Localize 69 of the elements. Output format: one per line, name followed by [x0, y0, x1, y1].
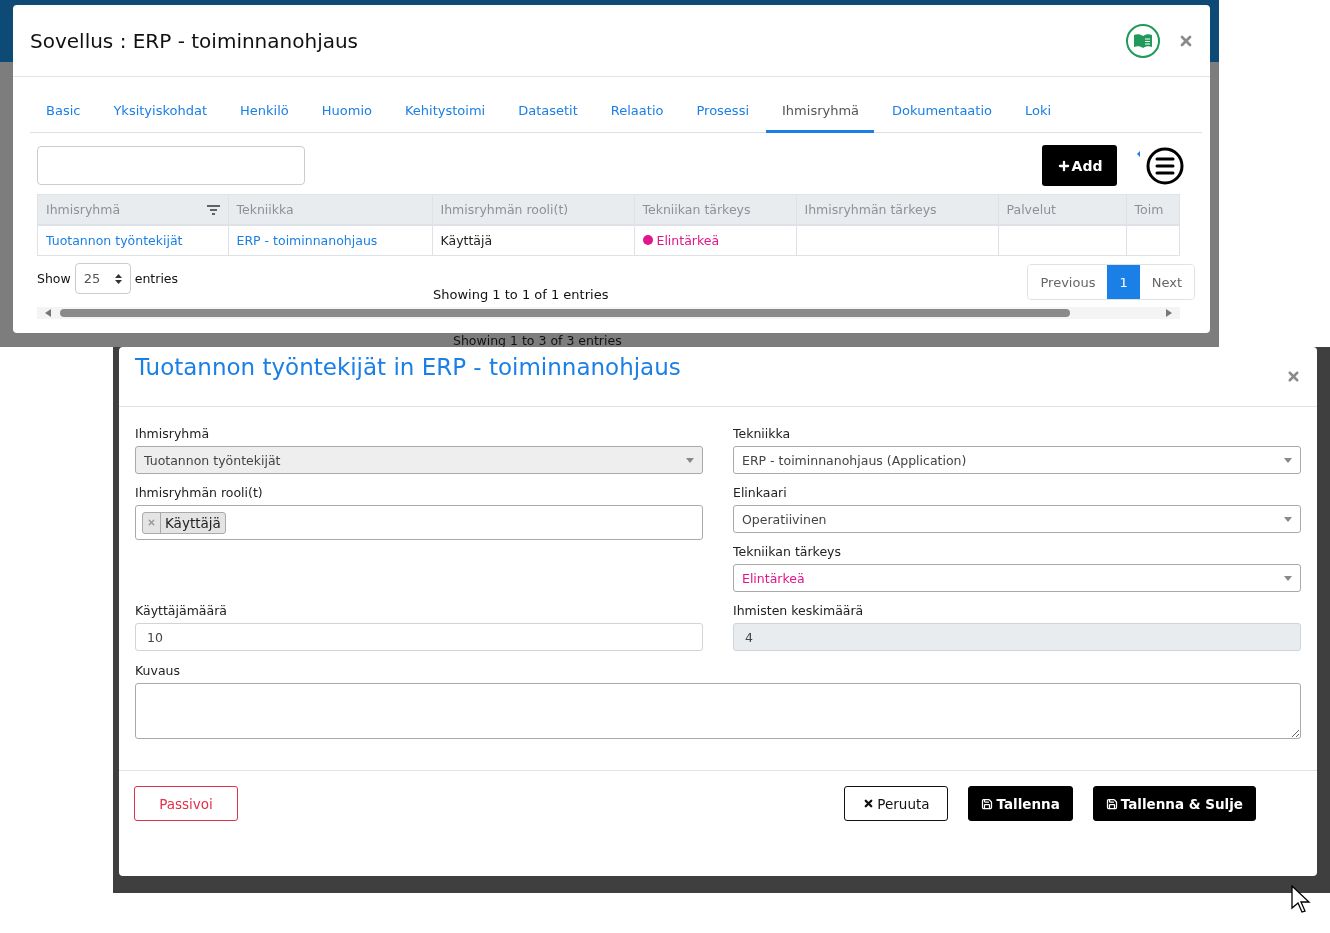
book-icon: [1133, 32, 1153, 49]
add-button[interactable]: Add: [1042, 145, 1117, 186]
save-icon: [981, 797, 994, 810]
field-label: Ihmisryhmä: [135, 426, 211, 441]
select-field[interactable]: Operatiivinen: [733, 505, 1301, 533]
save-button[interactable]: Tallenna & Sulje: [1092, 786, 1256, 821]
plus-icon: [1056, 158, 1071, 173]
tab[interactable]: Huomio: [305, 103, 387, 133]
horizontal-scrollbar[interactable]: [37, 307, 1180, 319]
caret-icon: [686, 457, 694, 463]
table-cell: Käyttäjä: [440, 233, 493, 248]
close-icon: [147, 518, 156, 527]
filter-icon[interactable]: [206, 204, 220, 215]
save-icon: [1105, 797, 1118, 810]
field-label: Ihmisten keskimäärä: [733, 603, 865, 618]
menu-icon: [1137, 145, 1185, 186]
cancel-button[interactable]: Peruuta: [844, 786, 949, 821]
menu-button[interactable]: [1137, 145, 1185, 186]
book-button[interactable]: [1126, 23, 1160, 58]
column-header[interactable]: Palvelut: [998, 195, 1126, 225]
page-button[interactable]: 1: [1107, 265, 1140, 299]
description-field[interactable]: [135, 683, 1301, 739]
save-button[interactable]: Tallenna: [968, 786, 1073, 821]
status-label: Elintärkeä: [642, 232, 720, 248]
table-info: Showing 1 to 1 of 1 entries: [433, 287, 610, 302]
tab[interactable]: Ihmisryhmä: [766, 103, 875, 133]
sort-icon: [114, 273, 122, 284]
tab[interactable]: Prosessi: [680, 103, 765, 133]
field-label: Kuvaus: [135, 663, 181, 678]
page-length-select[interactable]: 25: [74, 263, 131, 294]
column-header[interactable]: Toim: [1126, 195, 1179, 225]
caret-icon: [1284, 457, 1292, 463]
tab[interactable]: Dokumentaatio: [876, 103, 1007, 133]
field-label: Elinkaari: [733, 485, 788, 500]
entries-label: entries: [134, 271, 179, 286]
field-label: Käyttäjämäärä: [135, 603, 228, 618]
column-header[interactable]: Ihmisryhmän rooli(t): [432, 195, 634, 225]
field-label: Ihmisryhmän rooli(t): [135, 485, 264, 500]
tag-chip: Käyttäjä: [142, 511, 226, 534]
field-label: Tekniikka: [733, 426, 792, 441]
tab[interactable]: Yksityiskohdat: [97, 103, 223, 133]
close-button[interactable]: [1286, 369, 1301, 384]
tab[interactable]: Basic: [30, 103, 96, 133]
tag-field[interactable]: Käyttäjä: [135, 505, 703, 540]
cursor-icon: [1291, 885, 1311, 913]
search-field[interactable]: [37, 146, 305, 185]
column-header[interactable]: Tekniikka: [228, 195, 432, 225]
input-field[interactable]: 10: [135, 623, 703, 651]
tab[interactable]: Henkilö: [224, 103, 304, 133]
tab[interactable]: Loki: [1009, 103, 1067, 133]
field-label: Tekniikan tärkeys: [733, 544, 842, 559]
column-header[interactable]: Ihmisryhmän tärkeys: [796, 195, 998, 225]
select-field[interactable]: ERP - toiminnanohjaus (Application): [733, 446, 1301, 474]
select-field[interactable]: Elintärkeä: [733, 564, 1301, 592]
column-header[interactable]: Tekniikan tärkeys: [634, 195, 796, 225]
caret-icon: [1284, 516, 1292, 522]
dialog-title: Tuotannon työntekijät in ERP - toiminnanohjaus: [135, 353, 682, 380]
table-link[interactable]: Tuotannon työntekijät: [46, 233, 183, 248]
tab[interactable]: Datasetit: [502, 103, 593, 133]
deactivate-button[interactable]: Passivoi: [134, 786, 238, 821]
column-header[interactable]: Ihmisryhmä: [38, 195, 228, 225]
show-label: Show: [37, 271, 71, 286]
background-info-text: Showing 1 to 3 of 3 entries: [453, 333, 622, 348]
dialog-title: Sovellus : ERP - toiminnanohjaus: [30, 28, 360, 53]
close-icon: [863, 798, 875, 809]
caret-icon: [1284, 575, 1292, 581]
table-link[interactable]: ERP - toiminnanohjaus: [236, 233, 378, 248]
tab[interactable]: Kehitystoimi: [388, 103, 501, 133]
tab[interactable]: Relaatio: [594, 103, 679, 133]
